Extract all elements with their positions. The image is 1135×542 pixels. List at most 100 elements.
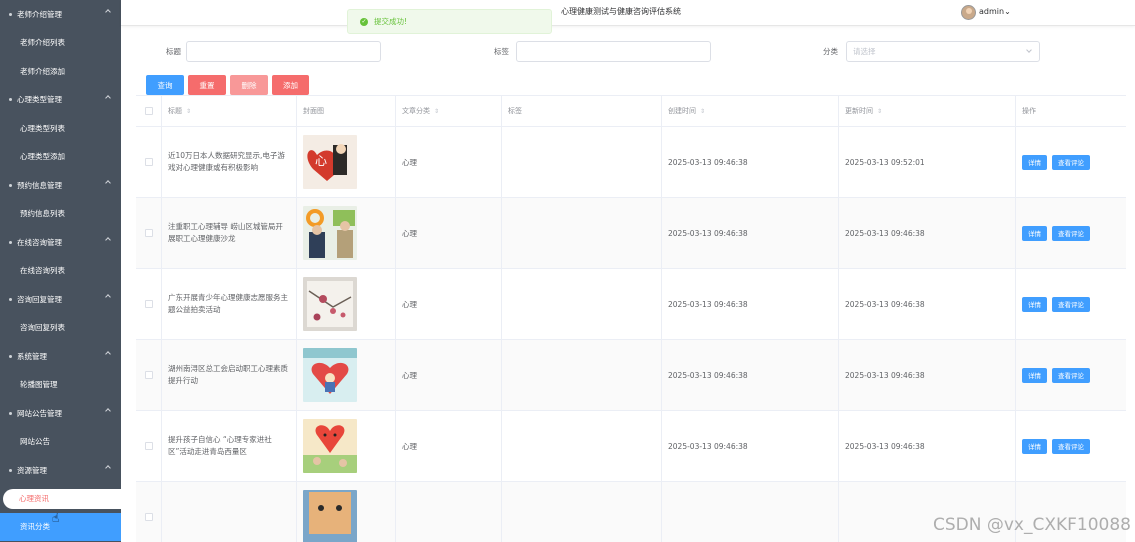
sort-icon[interactable]: ⇕ [186, 108, 191, 115]
sidebar-item[interactable]: 资讯分类 [0, 512, 121, 541]
sidebar-group-label: 老师介绍管理 [17, 9, 62, 19]
svg-text:心: 心 [315, 154, 327, 168]
sidebar-item[interactable]: 老师介绍列表 [0, 29, 121, 58]
sort-icon[interactable]: ⇕ [434, 108, 439, 115]
category-cell: 心理 [396, 340, 502, 410]
watermark: CSDN @vx_CXKF10088 [932, 515, 1131, 535]
sidebar-group[interactable]: 预约信息管理 [0, 171, 121, 200]
column-header-category[interactable]: 文章分类 ⇕ [396, 96, 502, 126]
column-header-label: 更新时间 [845, 107, 873, 115]
detail-button[interactable]: 详情 [1022, 154, 1047, 170]
sidebar-group[interactable]: 在线咨询管理 [0, 228, 121, 257]
row-checkbox[interactable] [144, 229, 153, 237]
tag-input[interactable] [516, 41, 711, 62]
detail-button[interactable]: 详情 [1022, 367, 1047, 383]
delete-button[interactable]: 删除 [230, 75, 268, 95]
view-comments-button[interactable]: 查看评论 [1052, 296, 1090, 312]
user-name-label: admin [979, 7, 1005, 16]
column-header-updated[interactable]: 更新时间 ⇕ [839, 96, 1016, 126]
updated-cell: 2025-03-13 09:52:01 [839, 127, 1016, 197]
column-header-created[interactable]: 创建时间 ⇕ [662, 96, 839, 126]
table-row: 广东开展青少年心理健康志愿服务主题公益拍卖活动 心理 2025-03-13 09:4… [136, 269, 1126, 340]
query-button[interactable]: 查询 [146, 75, 184, 95]
sidebar-group[interactable]: 网站公告管理 [0, 399, 121, 428]
sidebar-item-label: 老师介绍列表 [20, 38, 65, 48]
sidebar-item-label: 预约信息列表 [20, 209, 65, 219]
title-cell [162, 482, 297, 542]
column-header-cover: 封面图 [297, 96, 396, 126]
sidebar-item[interactable]: 心理类型列表 [0, 114, 121, 143]
sidebar-group-label: 资源管理 [17, 465, 47, 475]
article-title: 注重职工心理辅导 崂山区城管局开展职工心理健康沙龙 [168, 222, 283, 243]
sidebar-item-label: 网站公告 [20, 437, 50, 447]
article-title: 广东开展青少年心理健康志愿服务主题公益拍卖活动 [168, 293, 288, 314]
article-table: 标题 ⇕ 封面图 文章分类 ⇕ 标签 创建时间 ⇕ 更新时间 ⇕ 操作 近10万日本人数… [136, 95, 1126, 542]
row-checkbox[interactable] [144, 371, 153, 379]
sidebar-group[interactable]: 心理类型管理 [0, 86, 121, 115]
sidebar-group[interactable]: 系统管理 [0, 342, 121, 371]
user-menu[interactable]: admin⌄ [979, 7, 1011, 16]
cover-cell [297, 198, 396, 268]
tags-cell [502, 340, 662, 410]
view-comments-button[interactable]: 查看评论 [1052, 438, 1090, 454]
table-row: 湖州南浔区总工会启动职工心理素质提升行动 心理 2025-03-13 09:46:3… [136, 340, 1126, 411]
article-title: 近10万日本人数据研究显示,电子游戏对心理健康或有积极影响 [168, 151, 285, 172]
view-comments-button[interactable]: 查看评论 [1052, 367, 1090, 383]
created-cell: 2025-03-13 09:46:38 [662, 411, 839, 481]
user-avatar[interactable] [961, 5, 976, 20]
sidebar-item[interactable]: 在线咨询列表 [0, 257, 121, 286]
cover-image [303, 419, 357, 473]
column-header-label: 标题 [168, 107, 182, 115]
view-comments-button[interactable]: 查看评论 [1052, 225, 1090, 241]
table-body: 近10万日本人数据研究显示,电子游戏对心理健康或有积极影响 心心理 2025-03-… [136, 127, 1126, 542]
cover-image: 心 [303, 135, 357, 189]
sort-icon[interactable]: ⇕ [700, 108, 705, 115]
column-header-title[interactable]: 标题 ⇕ [162, 96, 297, 126]
row-select-cell [136, 269, 162, 339]
sidebar-group[interactable]: 咨询回复管理 [0, 285, 121, 314]
detail-button[interactable]: 详情 [1022, 438, 1047, 454]
bullet-icon [9, 240, 12, 244]
check-circle-icon: ✓ [360, 17, 368, 26]
sidebar-item[interactable]: 预约信息列表 [0, 200, 121, 229]
sidebar-item[interactable]: 心理资讯 [3, 488, 121, 509]
sidebar-item[interactable]: 轮播图管理 [0, 371, 121, 400]
sidebar-group-label: 网站公告管理 [17, 408, 62, 418]
row-checkbox[interactable] [144, 158, 153, 166]
row-select-cell [136, 127, 162, 197]
article-title: 提升孩子自信心 “心理专家进社区”活动走进青岛西量区 [168, 435, 272, 456]
table-row: 近10万日本人数据研究显示,电子游戏对心理健康或有积极影响 心 心理 2025-03-… [136, 127, 1126, 198]
sidebar-group[interactable]: 老师介绍管理 [0, 0, 121, 29]
cover-cell [297, 340, 396, 410]
title-input[interactable] [186, 41, 381, 62]
row-checkbox[interactable] [144, 513, 153, 521]
detail-button[interactable]: 详情 [1022, 225, 1047, 241]
row-checkbox[interactable] [144, 300, 153, 308]
sort-icon[interactable]: ⇕ [877, 108, 882, 115]
category-cell: 心理 [396, 198, 502, 268]
category-label: 分类 [823, 47, 838, 56]
select-all-checkbox[interactable] [144, 107, 153, 115]
updated-time: 2025-03-13 09:46:38 [845, 299, 925, 309]
bullet-icon [9, 297, 12, 301]
created-cell: 2025-03-13 09:46:38 [662, 127, 839, 197]
created-time: 2025-03-13 09:46:38 [668, 157, 748, 167]
sidebar-item[interactable]: 咨询回复列表 [0, 314, 121, 343]
sidebar-group-label: 系统管理 [17, 351, 47, 361]
sidebar-item[interactable]: 网站公告 [0, 428, 121, 457]
add-button[interactable]: 添加 [272, 75, 309, 95]
cover-cell [297, 269, 396, 339]
sidebar-group[interactable]: 资源管理 [0, 456, 121, 485]
cover-image [303, 490, 357, 542]
reset-button[interactable]: 重置 [188, 75, 226, 95]
updated-time: 2025-03-13 09:46:38 [845, 228, 925, 238]
detail-button[interactable]: 详情 [1022, 296, 1047, 312]
sidebar-item[interactable]: 老师介绍添加 [0, 57, 121, 86]
table-row: 注重职工心理辅导 崂山区城管局开展职工心理健康沙龙 心理 2025-03-13 09… [136, 198, 1126, 269]
sidebar-item[interactable]: 心理类型添加 [0, 143, 121, 172]
view-comments-button[interactable]: 查看评论 [1052, 154, 1090, 170]
article-title: 湖州南浔区总工会启动职工心理素质提升行动 [168, 364, 288, 385]
category-select[interactable]: 请选择 [846, 41, 1040, 62]
title-cell: 湖州南浔区总工会启动职工心理素质提升行动 [162, 340, 297, 410]
row-checkbox[interactable] [144, 442, 153, 450]
